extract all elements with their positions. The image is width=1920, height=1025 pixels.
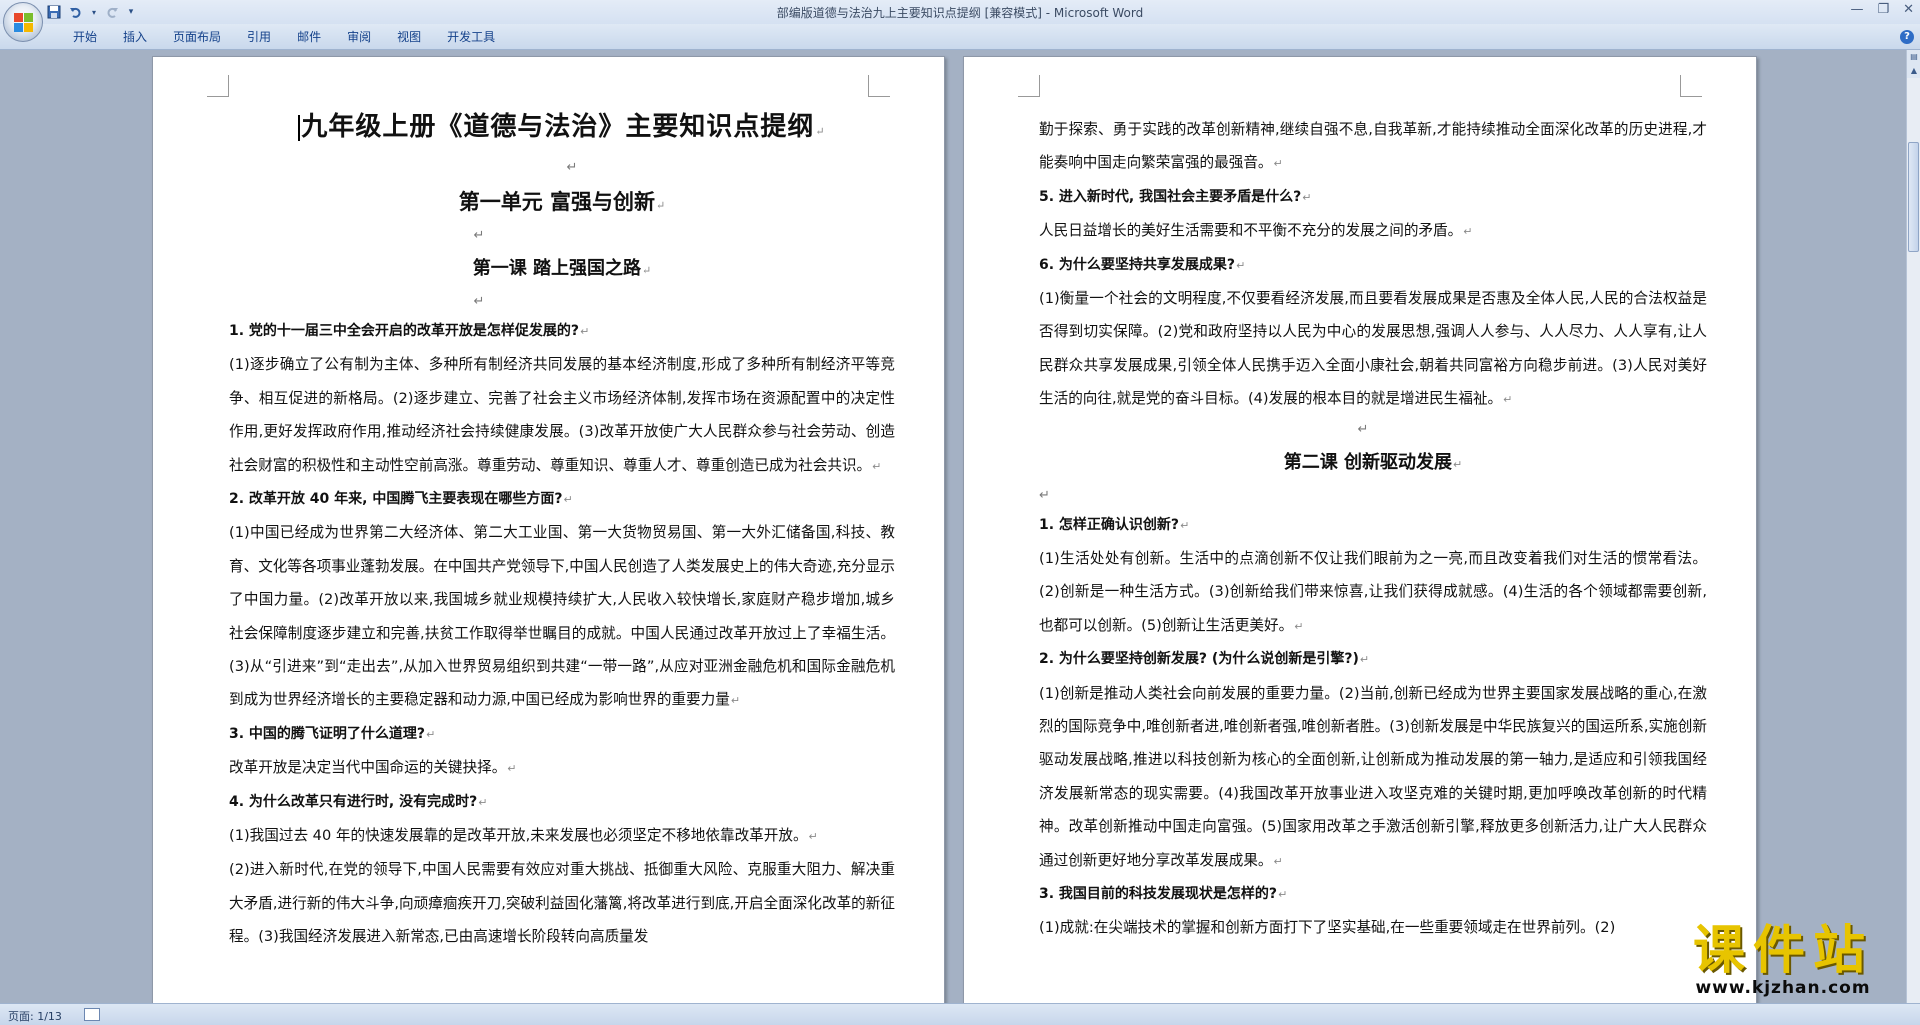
- lesson-heading: 第二课 创新驱动发展↵: [1283, 451, 1463, 473]
- tab-home[interactable]: 开始: [60, 29, 110, 45]
- tab-review[interactable]: 审阅: [334, 29, 384, 45]
- watermark-title: 课件站: [1692, 920, 1873, 981]
- question-heading: 3. 我国目前的科技发展现状是怎样的?↵: [1039, 886, 1288, 903]
- margin-corner: [207, 75, 229, 97]
- window-controls: — ❐ ✕: [1850, 2, 1914, 17]
- margin-corner: [868, 75, 890, 97]
- help-icon[interactable]: ?: [1900, 30, 1914, 44]
- watermark-logo: 课件站 www.kjzhan.com: [1668, 920, 1898, 998]
- document-page-left[interactable]: 九年级上册《道德与法治》主要知识点提纲↵ ↵ 第一单元 富强与创新↵ ↵ 第一课…: [152, 56, 945, 1003]
- question-heading: 4. 为什么改革只有进行时, 没有完成时?↵: [229, 793, 488, 810]
- answer-paragraph: (1)生活处处有创新。生活中的点滴创新不仅让我们眼前为之一亮,而且改变着我们对生…: [1039, 550, 1707, 634]
- ribbon-tabs: 开始 插入 页面布局 引用 邮件 审阅 视图 开发工具: [60, 29, 508, 45]
- empty-paragraph: ↵: [1039, 487, 1050, 503]
- answer-paragraph: (1)成就:在尖端技术的掌握和创新方面打下了坚实基础,在一些重要领域走在世界前列…: [1039, 919, 1616, 937]
- question-heading: 6. 为什么要坚持共享发展成果?↵: [1039, 256, 1246, 273]
- empty-paragraph: ↵: [1357, 421, 1369, 437]
- answer-paragraph: (1)我国过去 40 年的快速发展靠的是改革开放,未来发展也必须坚定不移地依靠改…: [229, 827, 818, 845]
- unit-heading: 第一单元 富强与创新↵: [458, 189, 666, 214]
- tab-view[interactable]: 视图: [384, 29, 434, 45]
- empty-paragraph: ↵: [473, 294, 485, 309]
- tab-insert[interactable]: 插入: [110, 29, 160, 45]
- margin-corner: [1018, 75, 1040, 97]
- question-heading: 3. 中国的腾飞证明了什么道理?↵: [229, 725, 436, 742]
- answer-paragraph: (1)衡量一个社会的文明程度,不仅要看经济发展,而且要看发展成果是否惠及全体人民…: [1039, 290, 1707, 408]
- question-heading: 2. 改革开放 40 年来, 中国腾飞主要表现在哪些方面?↵: [229, 491, 573, 508]
- document-title: 九年级上册《道德与法治》主要知识点提纲↵: [229, 103, 895, 155]
- maximize-icon[interactable]: ❐: [1877, 2, 1889, 17]
- tab-mailings[interactable]: 邮件: [284, 29, 334, 45]
- tab-developer[interactable]: 开发工具: [434, 29, 508, 45]
- question-heading: 1. 怎样正确认识创新?↵: [1039, 516, 1190, 533]
- question-heading: 2. 为什么要坚持创新发展? (为什么说创新是引擎?)↵: [1039, 651, 1370, 668]
- tab-references[interactable]: 引用: [234, 29, 284, 45]
- ruler-toggle-icon[interactable]: ▤: [1907, 50, 1920, 64]
- tab-page-layout[interactable]: 页面布局: [160, 29, 234, 45]
- margin-corner: [1680, 75, 1702, 97]
- document-workspace: 九年级上册《道德与法治》主要知识点提纲↵ ↵ 第一单元 富强与创新↵ ↵ 第一课…: [0, 50, 1906, 1003]
- watermark-url: www.kjzhan.com: [1695, 978, 1871, 998]
- ribbon: 开始 插入 页面布局 引用 邮件 审阅 视图 开发工具 ?: [0, 24, 1920, 50]
- answer-paragraph: (1)逐步确立了公有制为主体、多种所有制经济共同发展的基本经济制度,形成了多种所…: [229, 356, 895, 474]
- document-page-right[interactable]: 勤于探索、勇于实践的改革创新精神,继续自强不息,自我革新,才能持续推动全面深化改…: [963, 56, 1757, 1003]
- page-count[interactable]: 页面: 1/13: [8, 1008, 62, 1024]
- status-bar: 页面: 1/13: [0, 1003, 1920, 1025]
- answer-paragraph: (1)创新是推动人类社会向前发展的重要力量。(2)当前,创新已经成为世界主要国家…: [1039, 684, 1707, 869]
- proofing-icon[interactable]: [84, 1008, 100, 1021]
- window-title: 部编版道德与法治九上主要知识点提纲 [兼容模式] - Microsoft Wor…: [776, 6, 1144, 20]
- office-button[interactable]: [3, 2, 43, 42]
- answer-paragraph: 勤于探索、勇于实践的改革创新精神,继续自强不息,自我革新,才能持续推动全面深化改…: [1039, 121, 1707, 172]
- answer-paragraph: 改革开放是决定当代中国命运的关键抉择。↵: [229, 759, 517, 777]
- minimize-icon[interactable]: —: [1850, 2, 1863, 17]
- answer-paragraph: (1)中国已经成为世界第二大经济体、第二大工业国、第一大货物贸易国、第一大外汇储…: [229, 524, 896, 709]
- office-logo-icon: [14, 13, 34, 33]
- answer-paragraph: (2)进入新时代,在党的领导下,中国人民需要有效应对重大挑战、抵御重大风险、克服…: [229, 861, 895, 946]
- scroll-up-icon[interactable]: ▲: [1907, 64, 1920, 78]
- title-bar: ▾ ▾ 部编版道德与法治九上主要知识点提纲 [兼容模式] - Microsoft…: [0, 0, 1920, 24]
- lesson-heading: 第一课 踏上强国之路↵: [472, 258, 652, 279]
- close-icon[interactable]: ✕: [1903, 2, 1914, 17]
- question-heading: 5. 进入新时代, 我国社会主要矛盾是什么?↵: [1039, 188, 1312, 205]
- scroll-thumb[interactable]: [1908, 142, 1919, 252]
- empty-paragraph: ↵: [473, 228, 485, 243]
- question-heading: 1. 党的十一届三中全会开启的改革开放是怎样促发展的?↵: [229, 323, 590, 339]
- vertical-scrollbar[interactable]: ▤ ▲: [1906, 50, 1920, 1003]
- empty-paragraph: ↵: [566, 160, 578, 175]
- answer-paragraph: 人民日益增长的美好生活需要和不平衡不充分的发展之间的矛盾。↵: [1039, 222, 1473, 240]
